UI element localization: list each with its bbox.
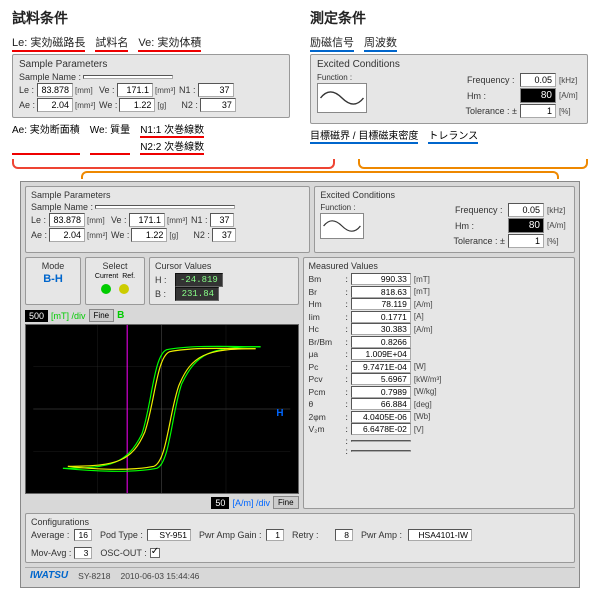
select-panel: Select Current Ref. <box>85 257 145 305</box>
freq-desc: 周波数 <box>364 34 397 52</box>
tol-input[interactable]: 1 <box>520 104 556 118</box>
measured-row: : <box>309 436 569 446</box>
logo: IWATSU <box>30 570 68 581</box>
measured-value: 4.0405E-06 <box>351 411 411 423</box>
measured-value: 0.1771 <box>351 311 411 323</box>
model-label: SY-8218 <box>78 571 110 581</box>
n1-input[interactable]: 37 <box>198 83 234 97</box>
measured-value: 30.383 <box>351 323 411 335</box>
sine-wave-icon[interactable] <box>317 83 367 113</box>
measured-value: 78.119 <box>351 298 411 310</box>
freq-input-main[interactable]: 0.05 <box>508 203 544 217</box>
measured-row: Br:818.63[mT] <box>309 286 569 298</box>
b-axis-label: B <box>117 310 124 321</box>
y-scale-input[interactable]: 500 <box>25 310 48 322</box>
measured-value: 0.8266 <box>351 336 411 348</box>
measured-row: μa:1.009E+04 <box>309 348 569 360</box>
excited-panel-title: Excited Conditions <box>317 59 581 70</box>
measured-row: θ:66.884[deg] <box>309 398 569 410</box>
mov-avg-input[interactable]: 3 <box>74 547 92 559</box>
pod-type-input[interactable]: SY-951 <box>147 529 191 541</box>
n2-input-main[interactable]: 37 <box>212 228 236 242</box>
measured-row: 2φm:4.0405E-06[Wb] <box>309 411 569 423</box>
fine-button[interactable]: Fine <box>89 309 115 322</box>
measured-value: 1.009E+04 <box>351 348 411 360</box>
sample-panel-title: Sample Parameters <box>19 59 283 70</box>
measured-row: Hm:78.119[A/m] <box>309 298 569 310</box>
measured-value: 9.7471E-04 <box>351 361 411 373</box>
measured-row: Pcm:0.7989[W/kg] <box>309 386 569 398</box>
measured-value: 990.33 <box>351 273 411 285</box>
le-input-main[interactable]: 83.878 <box>49 213 85 227</box>
ref-radio[interactable] <box>119 284 129 294</box>
retry-input[interactable]: 8 <box>335 529 353 541</box>
osc-out-checkbox[interactable] <box>150 548 160 558</box>
measured-values-panel: Measured Values Bm:990.33[mT]Br:818.63[m… <box>303 257 575 509</box>
excited-callout: 測定条件 励磁信号 周波数 Excited Conditions Functio… <box>310 8 588 155</box>
mode-value[interactable]: B-H <box>31 273 75 285</box>
x-scale-input[interactable]: 50 <box>211 497 229 509</box>
measured-value <box>351 440 411 442</box>
excited-callout-title: 測定条件 <box>310 8 588 28</box>
measured-row: Bm:990.33[mT] <box>309 273 569 285</box>
fine-button-x[interactable]: Fine <box>273 496 299 509</box>
main-app-window: Sample Parameters Sample Name : Le : 83.… <box>20 181 580 588</box>
we-input[interactable]: 1.22 <box>119 98 155 112</box>
sample-name-input-main[interactable] <box>95 205 235 209</box>
excited-conditions-panel: Excited Conditions Function : Frequency … <box>314 186 575 253</box>
measured-row: Hc:30.383[A/m] <box>309 323 569 335</box>
status-bar: IWATSU SY-8218 2010-06-03 15:44:46 <box>25 567 575 583</box>
configurations-panel: Configurations Average :16 Pod Type :SY-… <box>25 513 575 563</box>
ve-desc: Ve: 実効体積 <box>138 34 201 52</box>
pwr-amp-input[interactable]: HSA4101-IW <box>408 529 472 541</box>
sample-callout: 試料条件 Le: 実効磁路長 試料名 Ve: 実効体積 Sample Param… <box>12 8 290 155</box>
bh-curve-graph[interactable]: H <box>25 324 299 494</box>
le-desc: Le: 実効磁路長 <box>12 34 85 52</box>
sample-parameters-panel: Sample Parameters Sample Name : Le : 83.… <box>25 186 310 253</box>
timestamp-label: 2010-06-03 15:44:46 <box>120 571 199 581</box>
measured-value: 5.6967 <box>351 373 411 385</box>
le-input[interactable]: 83.878 <box>37 83 73 97</box>
measured-row: V₂m:6.6478E-02[V] <box>309 423 569 435</box>
sine-wave-icon-main[interactable] <box>320 213 364 239</box>
measured-value: 6.6478E-02 <box>351 423 411 435</box>
hm-input[interactable]: 80 <box>520 88 556 103</box>
n2-input[interactable]: 37 <box>200 98 236 112</box>
measured-row: Pcv:5.6967[kW/m³] <box>309 373 569 385</box>
n1-input-main[interactable]: 37 <box>210 213 234 227</box>
measured-value: 66.884 <box>351 398 411 410</box>
we-input-main[interactable]: 1.22 <box>131 228 167 242</box>
freq-input[interactable]: 0.05 <box>520 73 556 87</box>
measured-row: Pc:9.7471E-04[W] <box>309 361 569 373</box>
measured-value: 0.7989 <box>351 386 411 398</box>
current-radio[interactable] <box>101 284 111 294</box>
hm-input-main[interactable]: 80 <box>508 218 544 233</box>
sample-name-input[interactable] <box>83 75 173 79</box>
name-desc: 試料名 <box>95 34 128 52</box>
ve-input[interactable]: 171.1 <box>117 83 153 97</box>
ve-input-main[interactable]: 171.1 <box>129 213 165 227</box>
pwr-gain-input[interactable]: 1 <box>266 529 284 541</box>
svg-text:H: H <box>276 408 283 419</box>
sample-callout-title: 試料条件 <box>12 8 290 28</box>
ae-input[interactable]: 2.04 <box>37 98 73 112</box>
mode-panel: Mode B-H <box>25 257 81 305</box>
measured-value: 818.63 <box>351 286 411 298</box>
tol-input-main[interactable]: 1 <box>508 234 544 248</box>
cursor-b-value: 231.84 <box>175 287 219 301</box>
measured-row: Iim:0.1771[A] <box>309 311 569 323</box>
average-input[interactable]: 16 <box>74 529 92 541</box>
tolerance-desc: トレランス <box>428 127 478 144</box>
ae-desc: Ae: 実効断面積 <box>12 121 80 155</box>
measured-row: : <box>309 446 569 456</box>
signal-desc: 励磁信号 <box>310 34 354 52</box>
we-desc: We: 質量 <box>90 121 130 155</box>
cursor-h-value: -24.819 <box>175 273 223 287</box>
ae-input-main[interactable]: 2.04 <box>49 228 85 242</box>
cursor-values-panel: Cursor Values H : -24.819 B : 231.84 <box>149 257 299 305</box>
measured-value <box>351 450 411 452</box>
measured-row: Br/Bm:0.8266 <box>309 336 569 348</box>
target-desc: 目標磁界 / 目標磁束密度 <box>310 127 418 144</box>
